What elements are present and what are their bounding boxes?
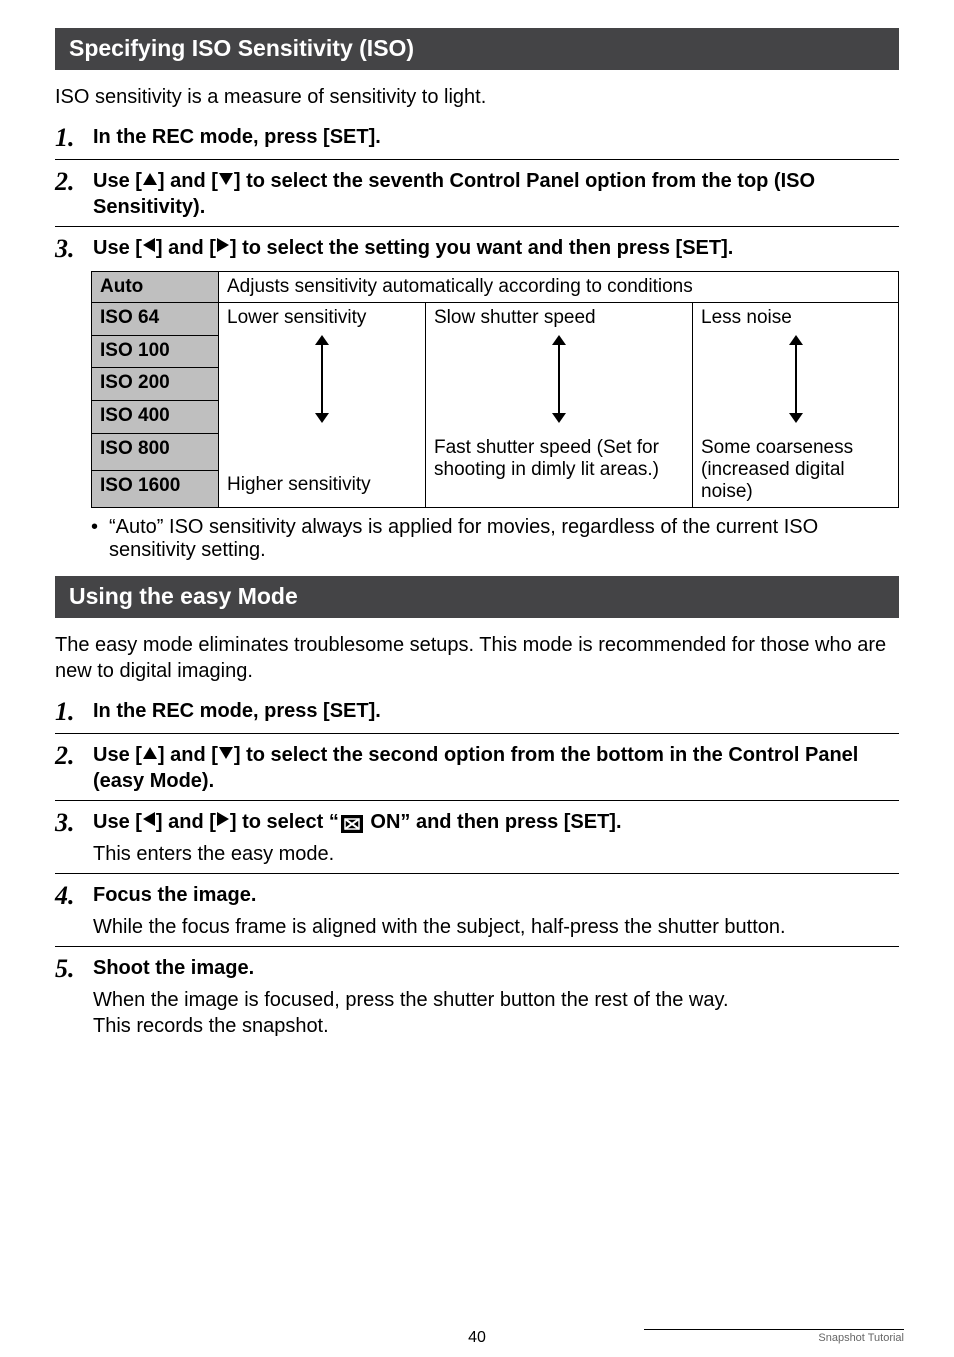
iso-sensitivity-table: Auto Adjusts sensitivity automatically a…: [91, 271, 899, 508]
arrow-down-icon: [219, 173, 233, 185]
iso-label: ISO 800: [92, 433, 219, 470]
text: ] and [: [156, 237, 216, 259]
page: Specifying ISO Sensitivity (ISO) ISO sen…: [0, 0, 954, 1357]
step-title: Focus the image.: [93, 882, 899, 908]
iso-label: ISO 400: [92, 401, 219, 434]
shutter-top: Slow shutter speed: [426, 303, 693, 434]
shutter-bottom: Fast shutter speed (Set for shooting in …: [426, 433, 693, 508]
step-title: Shoot the image.: [93, 955, 899, 981]
easy-mode-icon: [341, 815, 363, 833]
step-2-easy: 2. Use [] and [] to select the second op…: [55, 733, 899, 794]
section-title-iso: Specifying ISO Sensitivity (ISO): [55, 28, 899, 70]
intro-text-iso: ISO sensitivity is a measure of sensitiv…: [55, 84, 899, 110]
page-footer: 40 Snapshot Tutorial: [0, 1329, 954, 1347]
step-title: Use [ ] and [ ] to select “ ON” and then p…: [93, 809, 899, 835]
arrow-right-icon: [217, 238, 229, 252]
step-number: 5.: [55, 955, 93, 1039]
arrow-up-icon: [143, 747, 157, 759]
step-number: 3.: [55, 235, 93, 264]
auto-description: Adjusts sensitivity automatically accord…: [219, 272, 899, 303]
noise-bottom: Some coarseness (increased digital noise…: [693, 433, 899, 508]
step-number: 2.: [55, 742, 93, 794]
text: Use [: [93, 170, 142, 192]
step-title: In the REC mode, press [SET].: [93, 698, 899, 724]
double-arrow-icon: [312, 335, 332, 423]
footer-section-label: Snapshot Tutorial: [644, 1329, 904, 1344]
step-title: In the REC mode, press [SET].: [93, 124, 899, 150]
step-3-easy: 3. Use [ ] and [ ] to select “ ON” and the…: [55, 800, 899, 867]
text: Less noise: [701, 307, 890, 329]
sensitivity-bottom: Higher sensitivity: [219, 470, 426, 507]
text: Slow shutter speed: [434, 307, 684, 329]
step-title: Use [] and [] to select the seventh Cont…: [93, 168, 899, 220]
step-text: When the image is focused, press the shu…: [93, 987, 899, 1039]
step-1-easy: 1. In the REC mode, press [SET].: [55, 698, 899, 727]
step-number: 4.: [55, 882, 93, 940]
note-text: “Auto” ISO sensitivity always is applied…: [109, 516, 899, 562]
text: ] to select the setting you want and the…: [230, 237, 733, 259]
step-number: 1.: [55, 124, 93, 153]
step-text: This enters the easy mode.: [93, 841, 899, 867]
iso-note: • “Auto” ISO sensitivity always is appli…: [91, 516, 899, 562]
text: ON” and then press [SET].: [365, 811, 622, 833]
table-row: ISO 64 Lower sensitivity Slow shutter sp…: [92, 303, 899, 336]
arrow-down-icon: [219, 747, 233, 759]
arrow-left-icon: [143, 812, 155, 826]
text: Use [: [93, 744, 142, 766]
iso-label: ISO 200: [92, 368, 219, 401]
step-title: Use [] and [] to select the second optio…: [93, 742, 899, 794]
iso-label: ISO 64: [92, 303, 219, 336]
step-4-easy: 4. Focus the image. While the focus fram…: [55, 873, 899, 940]
step-3-iso: 3. Use [ ] and [ ] to select the setting y…: [55, 226, 899, 264]
text: Use [: [93, 237, 142, 259]
text: ] and [: [158, 744, 218, 766]
text: ] and [: [156, 811, 216, 833]
double-arrow-icon: [549, 335, 569, 423]
noise-top: Less noise: [693, 303, 899, 434]
bullet-icon: •: [91, 516, 109, 562]
step-number: 2.: [55, 168, 93, 220]
text: ] to select “: [230, 811, 339, 833]
table-row: Auto Adjusts sensitivity automatically a…: [92, 272, 899, 303]
arrow-left-icon: [143, 238, 155, 252]
section-title-easy: Using the easy Mode: [55, 576, 899, 618]
double-arrow-icon: [786, 335, 806, 423]
iso-label: ISO 1600: [92, 470, 219, 507]
table-row: ISO 800 Fast shutter speed (Set for shoo…: [92, 433, 899, 470]
step-number: 3.: [55, 809, 93, 867]
step-text: While the focus frame is aligned with th…: [93, 914, 899, 940]
step-5-easy: 5. Shoot the image. When the image is fo…: [55, 946, 899, 1039]
step-title: Use [ ] and [ ] to select the setting you …: [93, 235, 899, 261]
iso-label: ISO 100: [92, 335, 219, 368]
arrow-up-icon: [143, 173, 157, 185]
arrow-right-icon: [217, 812, 229, 826]
step-number: 1.: [55, 698, 93, 727]
text: Use [: [93, 811, 142, 833]
step-1-iso: 1. In the REC mode, press [SET].: [55, 124, 899, 153]
step-2-iso: 2. Use [] and [] to select the seventh C…: [55, 159, 899, 220]
intro-text-easy: The easy mode eliminates troublesome set…: [55, 632, 899, 684]
sensitivity-top: Lower sensitivity: [219, 303, 426, 471]
iso-label: Auto: [92, 272, 219, 303]
text: ] and [: [158, 170, 218, 192]
text: Lower sensitivity: [227, 307, 417, 329]
